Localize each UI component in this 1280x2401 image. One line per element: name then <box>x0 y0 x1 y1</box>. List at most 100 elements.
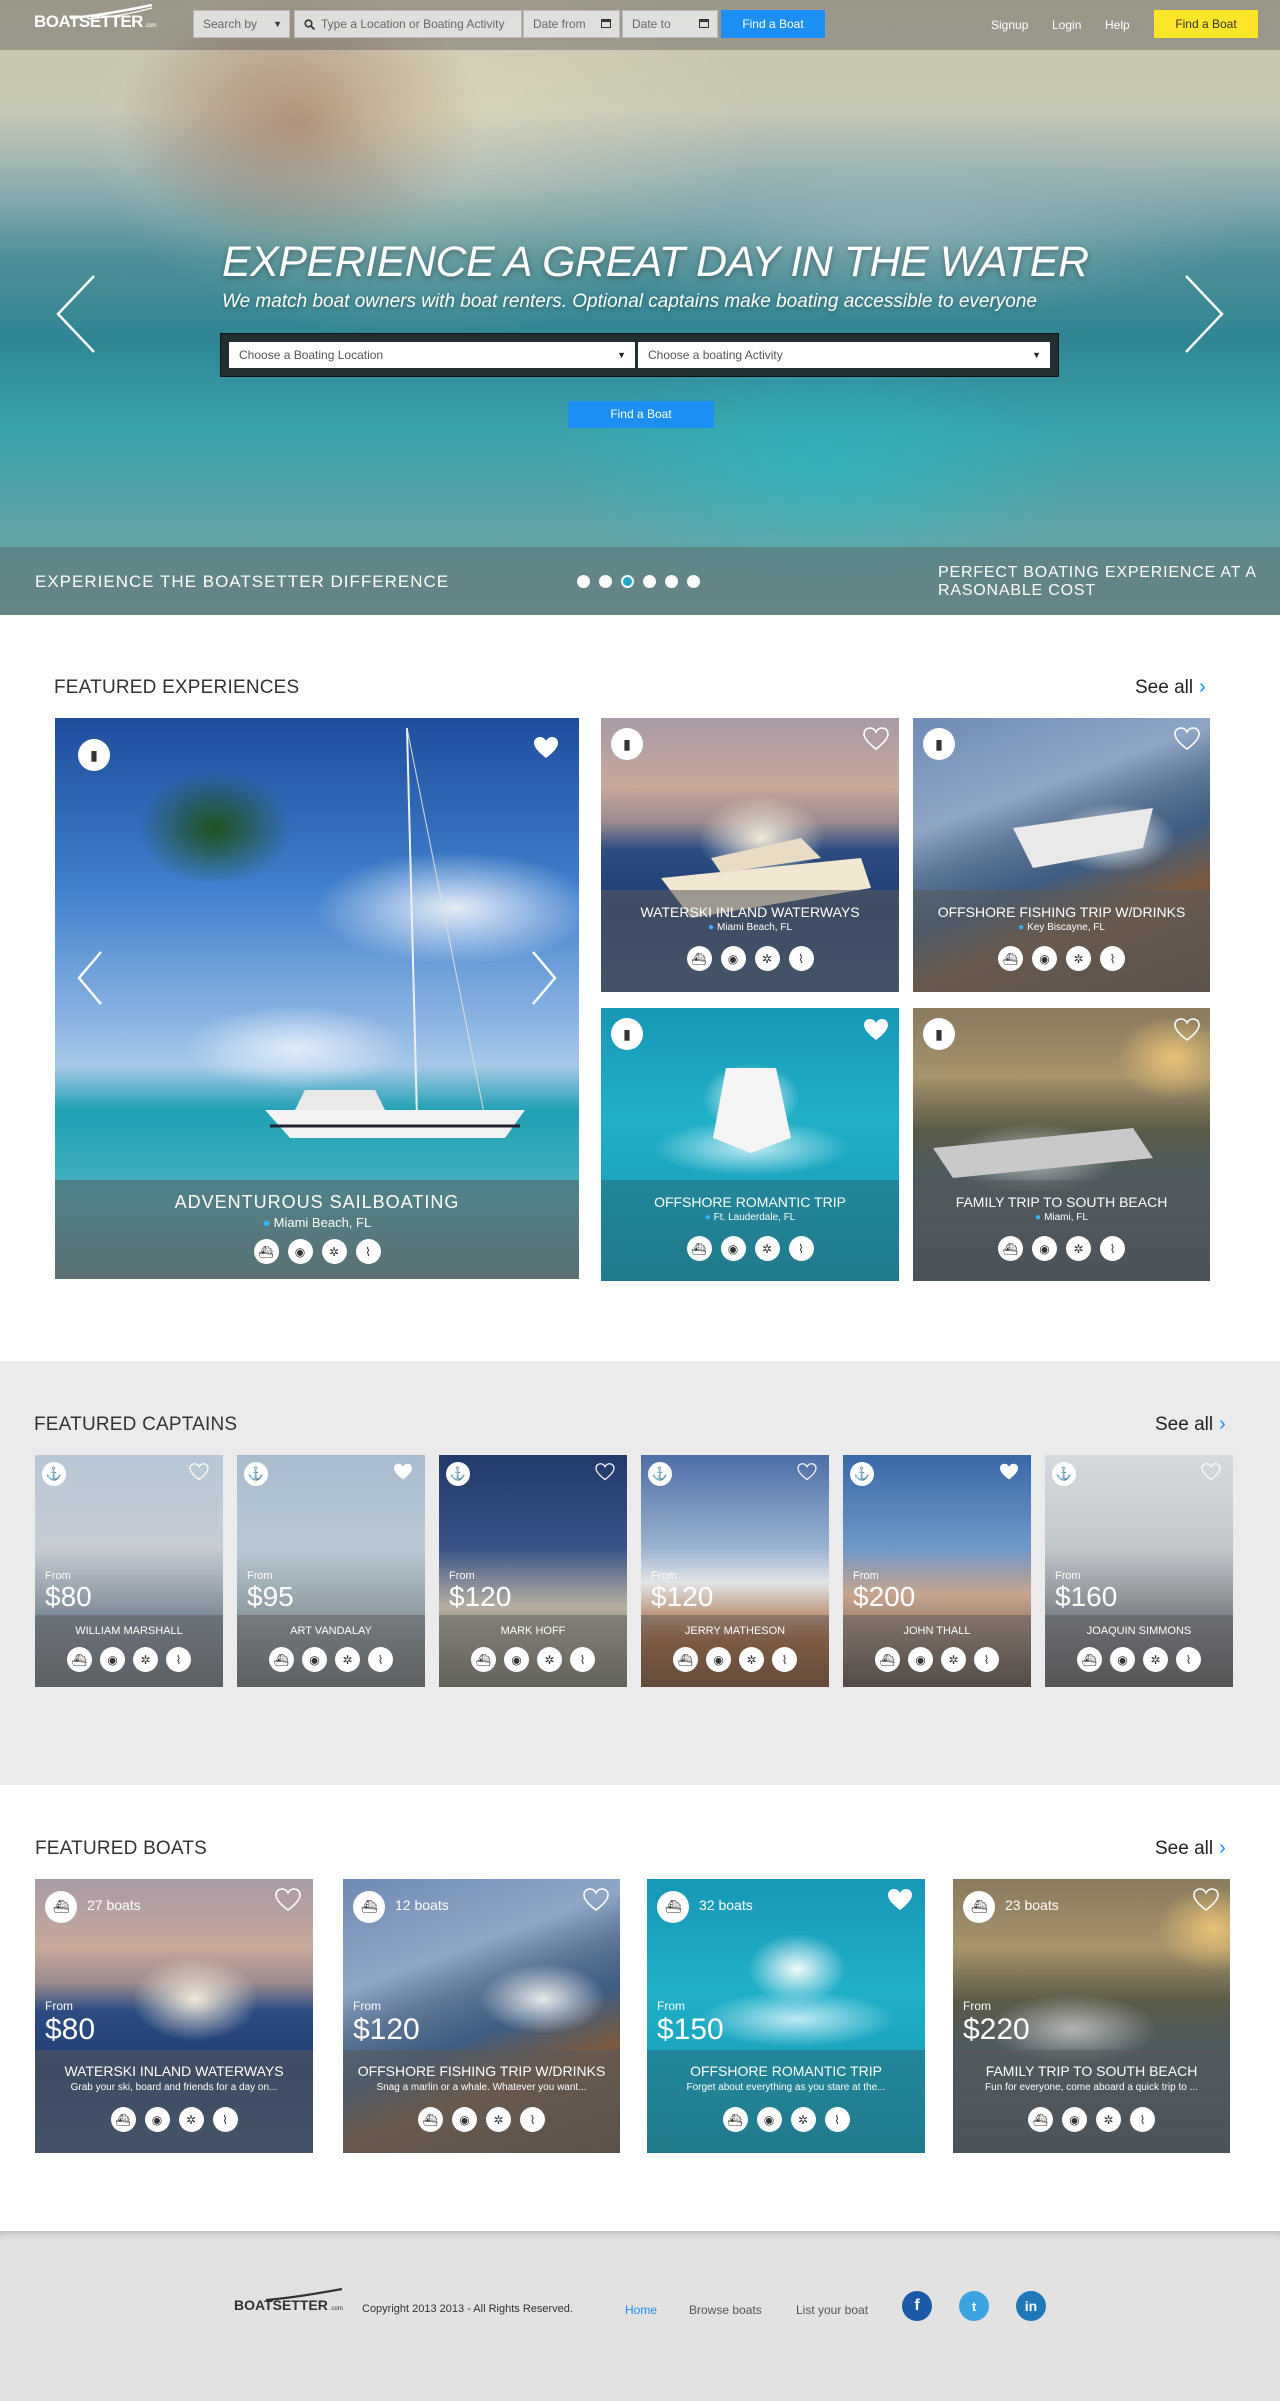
date-from-input[interactable]: Date from <box>523 10 620 38</box>
boat-card[interactable]: ⛴ 23 boats From $220 FAMILY TRIP TO SOUT… <box>953 1879 1230 2153</box>
heart-icon[interactable] <box>797 1463 817 1481</box>
slide-dot[interactable] <box>599 575 612 588</box>
heart-icon[interactable] <box>275 1888 301 1912</box>
facebook-icon[interactable]: f <box>902 2291 932 2321</box>
heart-icon[interactable] <box>863 727 889 751</box>
date-to-input[interactable]: Date to <box>622 10 718 38</box>
hero-find-boat-button[interactable]: Find a Boat <box>568 401 714 428</box>
footer-link-list-your-boat[interactable]: List your boat <box>796 2303 868 2317</box>
ski-icon: ⌇ <box>974 1647 999 1672</box>
anchor-icon: ⚓ <box>42 1462 66 1486</box>
captain-card[interactable]: ⚓ From $200 JOHN THALL ⛴ ◉ ✲ ⌇ <box>843 1455 1031 1687</box>
heart-icon[interactable] <box>999 1463 1019 1481</box>
ski-icon: ⌇ <box>1176 1647 1201 1672</box>
cta-find-boat-button[interactable]: Find a Boat <box>1154 10 1258 38</box>
card-prev-arrow-icon[interactable] <box>75 950 105 1006</box>
experience-card[interactable]: ▮ OFFSHORE FISHING TRIP W/DRINKS ● Key Bi… <box>913 718 1210 992</box>
slide-dot[interactable] <box>687 575 700 588</box>
captain-price: $120 <box>651 1581 714 1612</box>
slide-dot[interactable] <box>643 575 656 588</box>
location-text: Ft. Lauderdale, FL <box>713 1212 796 1223</box>
boat-card[interactable]: ⛴ 27 boats From $80 WATERSKI INLAND WATE… <box>35 1879 313 2153</box>
heart-icon[interactable] <box>1174 727 1200 751</box>
from-label: From <box>45 1999 73 2013</box>
boat-icon: ⛴ <box>1028 2107 1053 2132</box>
experience-card[interactable]: ▮ OFFSHORE ROMANTIC TRIP ● Ft. Lauderdale… <box>601 1008 899 1281</box>
dining-icon: ◉ <box>1032 1236 1057 1261</box>
heart-icon[interactable] <box>863 1018 889 1042</box>
heart-icon[interactable] <box>1201 1463 1221 1481</box>
experience-card[interactable]: ▮ WATERSKI INLAND WATERWAYS ● Miami Beach… <box>601 718 899 992</box>
boat-card[interactable]: ⛴ 32 boats From $150 OFFSHORE ROMANTIC T… <box>647 1879 925 2153</box>
experience-title: OFFSHORE ROMANTIC TRIP <box>654 1194 846 1210</box>
help-link[interactable]: Help <box>1105 18 1130 32</box>
experience-card[interactable]: ▮ FAMILY TRIP TO SOUTH BEACH ● Miami, FL … <box>913 1008 1210 1281</box>
captain-price: $160 <box>1055 1581 1118 1612</box>
heart-icon[interactable] <box>595 1463 615 1481</box>
amenity-icons: ⛴ ◉ ✲ ⌇ <box>913 1236 1210 1261</box>
slide-dot-active[interactable] <box>621 575 634 588</box>
card-next-arrow-icon[interactable] <box>529 950 559 1006</box>
boating-activity-select[interactable]: Choose a boating Activity ▼ <box>638 342 1050 368</box>
footer-logo[interactable]: BOATSETTER .com <box>234 2288 343 2313</box>
hero-info-band: EXPERIENCE THE BOATSETTER DIFFERENCE PER… <box>0 547 1280 615</box>
captains-see-all-link[interactable]: See all › <box>1155 1413 1226 1436</box>
footer-link-home[interactable]: Home <box>625 2303 657 2317</box>
from-label: From <box>353 1999 381 2013</box>
logo[interactable]: BOATSETTER .com <box>34 4 157 32</box>
signup-link[interactable]: Signup <box>991 18 1028 32</box>
captain-caption: WILLIAM MARSHALL ⛴ ◉ ✲ ⌇ <box>35 1615 223 1687</box>
hero-prev-arrow-icon[interactable] <box>52 272 100 356</box>
captain-card[interactable]: ⚓ From $80 WILLIAM MARSHALL ⛴ ◉ ✲ ⌇ <box>35 1455 223 1687</box>
boat-count: 23 boats <box>1005 1897 1059 1913</box>
slide-dot[interactable] <box>577 575 590 588</box>
dining-icon: ◉ <box>144 2107 170 2132</box>
linkedin-icon[interactable]: in <box>1016 2291 1046 2321</box>
location-search-input[interactable]: Type a Location or Boating Activity <box>294 10 522 38</box>
boat-title: WATERSKI INLAND WATERWAYS <box>64 2063 284 2079</box>
boating-location-select[interactable]: Choose a Boating Location ▼ <box>229 342 635 368</box>
captain-card[interactable]: ⚓ From $120 MARK HOFF ⛴ ◉ ✲ ⌇ <box>439 1455 627 1687</box>
search-by-dropdown[interactable]: Search by ▼ <box>193 10 290 38</box>
boat-icon: ⛴ <box>963 1891 995 1923</box>
heart-icon[interactable] <box>533 736 559 760</box>
captain-card[interactable]: ⚓ From $160 JOAQUIN SIMMONS ⛴ ◉ ✲ ⌇ <box>1045 1455 1233 1687</box>
heart-icon[interactable] <box>583 1888 609 1912</box>
heart-icon[interactable] <box>1174 1018 1200 1042</box>
captain-card[interactable]: ⚓ From $95 ART VANDALAY ⛴ ◉ ✲ ⌇ <box>237 1455 425 1687</box>
header-find-boat-button[interactable]: Find a Boat <box>721 10 825 38</box>
helm-icon: ✲ <box>335 1647 360 1672</box>
pin-icon: ● <box>1035 1212 1042 1223</box>
captain-caption: ART VANDALAY ⛴ ◉ ✲ ⌇ <box>237 1615 425 1687</box>
captain-caption: JERRY MATHESON ⛴ ◉ ✲ ⌇ <box>641 1615 829 1687</box>
slide-dot[interactable] <box>665 575 678 588</box>
see-all-label: See all <box>1135 677 1194 698</box>
boat-title: FAMILY TRIP TO SOUTH BEACH <box>985 2063 1198 2079</box>
heart-icon[interactable] <box>189 1463 209 1481</box>
hero-next-arrow-icon[interactable] <box>1180 272 1228 356</box>
boat-icon: ⛴ <box>686 946 712 971</box>
heart-icon[interactable] <box>887 1888 913 1912</box>
book-icon: ▮ <box>923 1018 955 1050</box>
captain-card[interactable]: ⚓ From $120 JERRY MATHESON ⛴ ◉ ✲ ⌇ <box>641 1455 829 1687</box>
location-text: Miami Beach, FL <box>273 1215 372 1230</box>
logo-suffix: .com <box>144 23 157 29</box>
experiences-see-all-link[interactable]: See all › <box>1135 676 1206 699</box>
helm-icon: ✲ <box>537 1647 562 1672</box>
login-link[interactable]: Login <box>1052 18 1081 32</box>
boats-see-all-link[interactable]: See all › <box>1155 1837 1226 1860</box>
dining-icon: ◉ <box>706 1647 731 1672</box>
dining-icon: ◉ <box>720 946 746 971</box>
helm-icon: ✲ <box>321 1239 347 1264</box>
heart-icon[interactable] <box>393 1463 413 1481</box>
boat-icon: ⛴ <box>353 1891 385 1923</box>
twitter-icon[interactable]: t <box>959 2291 989 2321</box>
footer-link-browse-boats[interactable]: Browse boats <box>689 2303 762 2317</box>
boat-card[interactable]: ⛴ 12 boats From $120 OFFSHORE FISHING TR… <box>343 1879 620 2153</box>
experience-title: OFFSHORE FISHING TRIP W/DRINKS <box>937 904 1186 920</box>
heart-icon[interactable] <box>1193 1888 1219 1912</box>
experience-card-large[interactable]: ▮ ADVENTUROUS SAILBOATING ● Miami Beach, … <box>55 718 579 1279</box>
boat-price: $150 <box>657 2013 724 2046</box>
boat-price: $80 <box>45 2013 96 2046</box>
ski-icon: ⌇ <box>368 1647 393 1672</box>
